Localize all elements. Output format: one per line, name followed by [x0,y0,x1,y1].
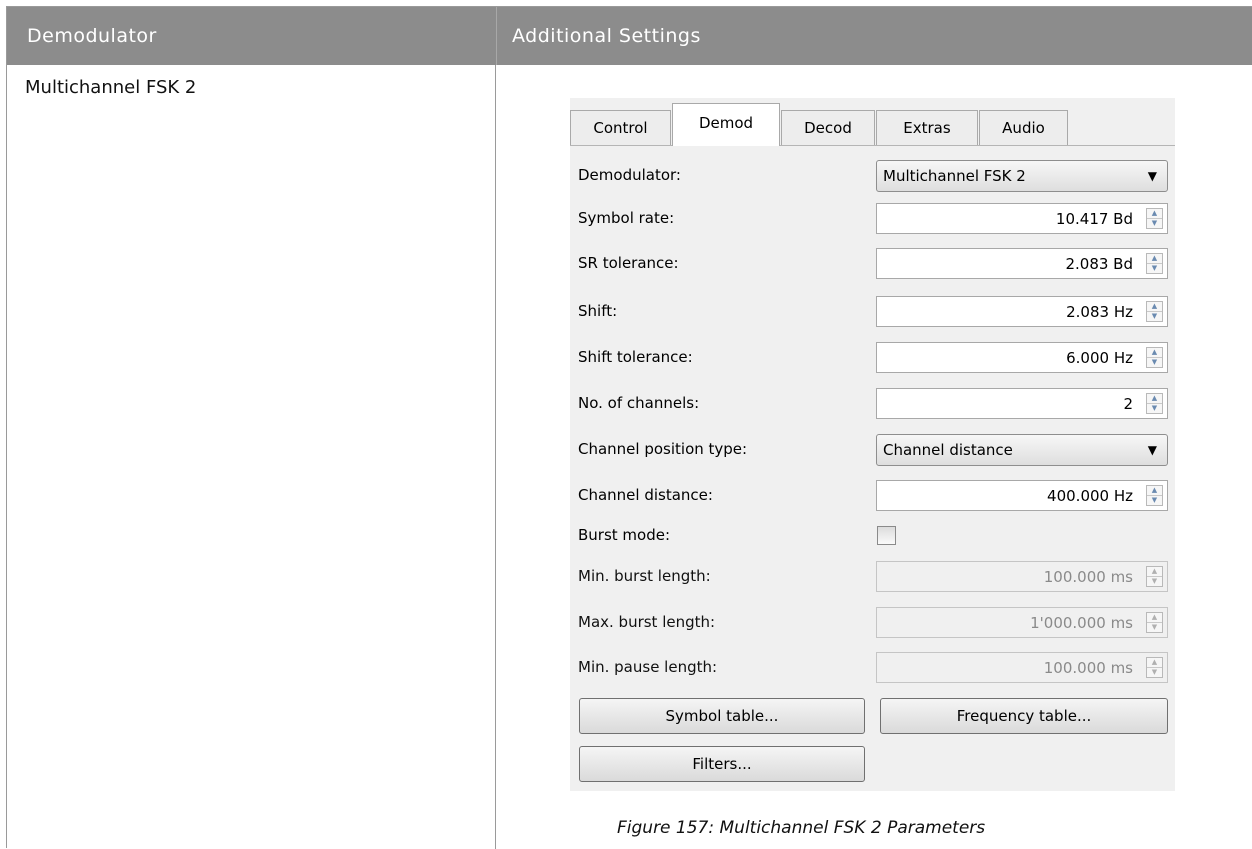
header-demodulator: Demodulator [7,7,496,65]
sr-tolerance-field[interactable]: 2.083 Bd ▲ ▼ [876,248,1168,279]
row-symbol-rate: Symbol rate: 10.417 Bd ▲ ▼ [570,201,1175,235]
max-burst-length-label: Max. burst length: [578,613,716,631]
channel-distance-field[interactable]: 400.000 Hz ▲ ▼ [876,480,1168,511]
row-channel-position-type: Channel position type: Channel distance … [570,432,1175,466]
spin-down-icon[interactable]: ▼ [1147,623,1162,632]
symbol-table-button[interactable]: Symbol table... [579,698,865,734]
channel-distance-label: Channel distance: [578,486,713,504]
frequency-table-button[interactable]: Frequency table... [880,698,1168,734]
row-min-burst-length: Min. burst length: 100.000 ms ▲ ▼ [570,559,1175,593]
tab-decod[interactable]: Decod [781,110,875,145]
symbol-rate-label: Symbol rate: [578,209,675,227]
column-divider [495,65,496,849]
row-burst-mode: Burst mode: [570,518,1175,552]
min-pause-length-value: 100.000 ms [1043,659,1133,677]
shift-tolerance-field[interactable]: 6.000 Hz ▲ ▼ [876,342,1168,373]
header-additional-settings: Additional Settings [496,7,1252,65]
row-shift-tolerance: Shift tolerance: 6.000 Hz ▲ ▼ [570,340,1175,374]
row-channel-distance: Channel distance: 400.000 Hz ▲ ▼ [570,478,1175,512]
min-burst-length-spinner[interactable]: ▲ ▼ [1146,566,1163,587]
max-burst-length-value: 1'000.000 ms [1030,614,1133,632]
spin-up-icon[interactable]: ▲ [1147,613,1162,623]
spin-up-icon[interactable]: ▲ [1147,486,1162,496]
shift-field[interactable]: 2.083 Hz ▲ ▼ [876,296,1168,327]
spin-down-icon[interactable]: ▼ [1147,668,1162,677]
spin-down-icon[interactable]: ▼ [1147,404,1162,413]
spin-up-icon[interactable]: ▲ [1147,394,1162,404]
channel-position-type-value: Channel distance [883,441,1013,459]
spin-down-icon[interactable]: ▼ [1147,312,1162,321]
no-of-channels-spinner[interactable]: ▲ ▼ [1146,393,1163,414]
spin-up-icon[interactable]: ▲ [1147,658,1162,668]
max-burst-length-spinner[interactable]: ▲ ▼ [1146,612,1163,633]
spin-down-icon[interactable]: ▼ [1147,577,1162,586]
shift-tolerance-label: Shift tolerance: [578,348,693,366]
min-pause-length-label: Min. pause length: [578,658,718,676]
symbol-rate-value: 10.417 Bd [1055,210,1133,228]
sr-tolerance-label: SR tolerance: [578,254,679,272]
channel-distance-value: 400.000 Hz [1047,487,1133,505]
sr-tolerance-value: 2.083 Bd [1065,255,1133,273]
tab-demod[interactable]: Demod [672,103,780,146]
chevron-down-icon: ▼ [1147,443,1157,457]
chevron-down-icon: ▼ [1147,169,1157,183]
burst-mode-checkbox[interactable] [877,526,896,545]
no-of-channels-label: No. of channels: [578,394,700,412]
spin-down-icon[interactable]: ▼ [1147,264,1162,273]
row-demodulator: Demodulator: Multichannel FSK 2 ▼ [570,158,1175,192]
tab-extras[interactable]: Extras [876,110,978,145]
spin-down-icon[interactable]: ▼ [1147,496,1162,505]
row-shift: Shift: 2.083 Hz ▲ ▼ [570,294,1175,328]
channel-distance-spinner[interactable]: ▲ ▼ [1146,485,1163,506]
shift-tolerance-value: 6.000 Hz [1066,349,1133,367]
spin-up-icon[interactable]: ▲ [1147,567,1162,577]
shift-tolerance-spinner[interactable]: ▲ ▼ [1146,347,1163,368]
tab-control[interactable]: Control [570,110,671,145]
spin-down-icon[interactable]: ▼ [1147,358,1162,367]
spin-up-icon[interactable]: ▲ [1147,348,1162,358]
tab-bar: Control Demod Decod Extras Audio [570,98,1175,146]
spin-up-icon[interactable]: ▲ [1147,302,1162,312]
min-burst-length-field[interactable]: 100.000 ms ▲ ▼ [876,561,1168,592]
row-sr-tolerance: SR tolerance: 2.083 Bd ▲ ▼ [570,246,1175,280]
spin-up-icon[interactable]: ▲ [1147,209,1162,219]
tab-audio[interactable]: Audio [979,110,1068,145]
symbol-rate-field[interactable]: 10.417 Bd ▲ ▼ [876,203,1168,234]
symbol-rate-spinner[interactable]: ▲ ▼ [1146,208,1163,229]
shift-spinner[interactable]: ▲ ▼ [1146,301,1163,322]
row-max-burst-length: Max. burst length: 1'000.000 ms ▲ ▼ [570,605,1175,639]
channel-position-type-select[interactable]: Channel distance ▼ [876,434,1168,466]
shift-label: Shift: [578,302,618,320]
row-min-pause-length: Min. pause length: 100.000 ms ▲ ▼ [570,650,1175,684]
spin-up-icon[interactable]: ▲ [1147,254,1162,264]
no-of-channels-field[interactable]: 2 ▲ ▼ [876,388,1168,419]
demodulator-select-value: Multichannel FSK 2 [883,167,1026,185]
min-burst-length-label: Min. burst length: [578,567,711,585]
settings-panel: Control Demod Decod Extras Audio Demodul… [570,98,1175,791]
max-burst-length-field[interactable]: 1'000.000 ms ▲ ▼ [876,607,1168,638]
demodulator-label: Demodulator: [578,166,681,184]
row-no-of-channels: No. of channels: 2 ▲ ▼ [570,386,1175,420]
min-pause-length-field[interactable]: 100.000 ms ▲ ▼ [876,652,1168,683]
min-burst-length-value: 100.000 ms [1043,568,1133,586]
demodulator-select[interactable]: Multichannel FSK 2 ▼ [876,160,1168,192]
spin-down-icon[interactable]: ▼ [1147,219,1162,228]
demodulator-name-cell: Multichannel FSK 2 [25,77,197,98]
filters-button[interactable]: Filters... [579,746,865,782]
no-of-channels-value: 2 [1123,395,1133,413]
shift-value: 2.083 Hz [1066,303,1133,321]
burst-mode-label: Burst mode: [578,526,671,544]
min-pause-length-spinner[interactable]: ▲ ▼ [1146,657,1163,678]
channel-position-type-label: Channel position type: [578,440,748,458]
sr-tolerance-spinner[interactable]: ▲ ▼ [1146,253,1163,274]
figure-caption: Figure 157: Multichannel FSK 2 Parameter… [617,818,986,838]
